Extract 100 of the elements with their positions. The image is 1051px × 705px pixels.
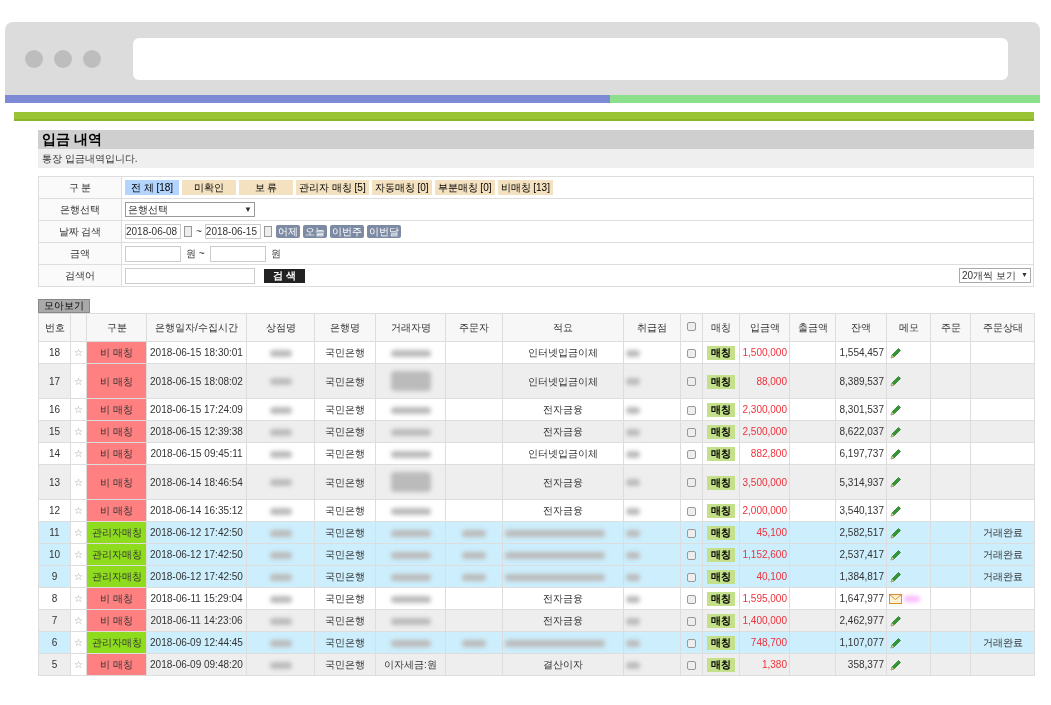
status-label: 비 매칭	[100, 375, 133, 387]
envelope-icon[interactable]	[889, 594, 902, 605]
match-button[interactable]: 매칭	[707, 504, 735, 518]
match-button[interactable]: 매칭	[707, 636, 735, 650]
balance-amount: 1,384,817	[839, 571, 884, 582]
pencil-icon[interactable]	[889, 526, 902, 540]
row-checkbox[interactable]	[687, 616, 696, 626]
status-label: 비 매칭	[100, 448, 133, 459]
match-button[interactable]: 매칭	[707, 658, 735, 672]
search-button[interactable]: 검 색	[264, 268, 305, 283]
pencil-icon[interactable]	[889, 614, 902, 628]
pencil-icon[interactable]	[889, 658, 902, 672]
match-button[interactable]: 매칭	[707, 403, 735, 417]
filter-tab[interactable]: 보 류	[239, 180, 293, 195]
transaction-time: 2018-06-12 17:42:50	[150, 549, 243, 560]
deposit-amount: 748,700	[750, 637, 787, 648]
amount-field[interactable]	[125, 245, 181, 262]
row-checkbox[interactable]	[687, 638, 696, 648]
unit-label: 원	[270, 247, 281, 261]
row-checkbox[interactable]	[687, 348, 696, 358]
status-label: 비 매칭	[100, 476, 133, 488]
pencil-icon[interactable]	[889, 447, 902, 461]
row-checkbox[interactable]	[687, 405, 696, 415]
pencil-icon[interactable]	[889, 403, 902, 417]
status-label: 비 매칭	[100, 347, 133, 358]
pencil-icon[interactable]	[889, 504, 902, 518]
match-button[interactable]: 매칭	[707, 570, 735, 584]
filter-tab[interactable]: 관리자 매칭 [5]	[296, 180, 369, 195]
calendar-icon[interactable]	[184, 226, 192, 237]
row-checkbox[interactable]	[687, 449, 696, 459]
pencil-icon[interactable]	[889, 570, 902, 584]
filter-tab[interactable]: 미확인	[182, 180, 236, 195]
row-checkbox[interactable]	[687, 377, 696, 387]
row-checkbox[interactable]	[687, 478, 696, 488]
status-label: 비 매칭	[100, 505, 133, 516]
balance-amount: 1,554,457	[839, 347, 884, 358]
select-all-checkbox[interactable]	[687, 322, 696, 331]
column-header: 주문	[940, 322, 961, 333]
dropdown-arrow: ▼	[244, 203, 252, 216]
row-checkbox[interactable]	[687, 427, 696, 437]
match-button[interactable]: 매칭	[707, 447, 735, 461]
pencil-icon[interactable]	[889, 375, 902, 389]
description-text: 전자금융	[543, 426, 583, 437]
filter-tab[interactable]: 비매칭 [13]	[497, 180, 553, 195]
order-status: 거래완료	[982, 637, 1023, 648]
filter-tab[interactable]: 부분매칭 [0]	[434, 180, 495, 195]
match-button[interactable]: 매칭	[707, 614, 735, 628]
page-subtitle: 통장 입금내역입니다.	[42, 152, 138, 166]
pencil-icon[interactable]	[889, 425, 902, 439]
amount-field[interactable]	[209, 245, 266, 262]
transaction-time: 2018-06-15 18:30:01	[150, 347, 243, 358]
row-number: 9	[51, 571, 58, 582]
pencil-icon[interactable]	[889, 548, 902, 562]
column-header: 거래자명	[390, 322, 431, 333]
date-field[interactable]: 2018-06-08	[125, 224, 181, 239]
match-button[interactable]: 매칭	[707, 526, 735, 540]
calendar-icon[interactable]	[263, 226, 272, 237]
pencil-icon[interactable]	[889, 346, 902, 360]
match-button[interactable]: 매칭	[707, 425, 735, 439]
depositor-name: 이자세금:원	[384, 659, 437, 670]
date-field[interactable]: 2018-06-15	[204, 224, 261, 239]
collect-button[interactable]: 모아보기	[38, 299, 90, 313]
transaction-time: 2018-06-15 18:08:02	[150, 375, 243, 387]
row-number: 18	[48, 347, 61, 358]
select-value: 20개씩 보기	[962, 269, 1016, 283]
filter-tab[interactable]: 자동매칭 [0]	[371, 180, 432, 195]
row-checkbox[interactable]	[687, 550, 696, 560]
row-checkbox[interactable]	[687, 506, 696, 516]
match-button[interactable]: 매칭	[707, 548, 735, 562]
column-header: 적요	[553, 322, 573, 333]
match-button[interactable]: 매칭	[707, 346, 735, 360]
row-checkbox[interactable]	[687, 572, 696, 582]
filter-tab[interactable]: 전 체 [18]	[125, 180, 179, 195]
bank-name: 국민은행	[325, 375, 365, 387]
match-button[interactable]: 매칭	[707, 592, 735, 606]
order-status: 거래완료	[982, 571, 1023, 582]
search-field[interactable]	[125, 267, 255, 284]
pencil-icon[interactable]	[889, 636, 902, 650]
row-checkbox[interactable]	[687, 594, 696, 604]
column-header: 번호	[44, 322, 65, 333]
field-label: 금액	[70, 247, 90, 261]
balance-amount: 358,377	[847, 659, 884, 670]
bank-select[interactable]: 은행선택 ▼	[125, 202, 255, 217]
column-header: 주문상태	[982, 322, 1023, 333]
balance-amount: 8,301,537	[839, 404, 884, 415]
bank-name: 국민은행	[325, 505, 365, 516]
row-number: 11	[49, 527, 60, 538]
pencil-icon[interactable]	[889, 476, 902, 490]
order-status: 거래완료	[982, 549, 1023, 560]
row-checkbox[interactable]	[687, 660, 696, 670]
transaction-time: 2018-06-12 17:42:50	[150, 571, 243, 582]
deposit-amount: 3,500,000	[742, 476, 787, 488]
status-label: 관리자매칭	[91, 527, 142, 538]
description-text: 전자금융	[543, 505, 583, 516]
bank-name: 국민은행	[325, 476, 365, 488]
match-button[interactable]: 매칭	[707, 374, 735, 389]
row-checkbox[interactable]	[687, 528, 696, 538]
row-number: 5	[51, 659, 58, 670]
field-label: 날짜 검색	[58, 225, 102, 239]
match-button[interactable]: 매칭	[707, 475, 735, 490]
